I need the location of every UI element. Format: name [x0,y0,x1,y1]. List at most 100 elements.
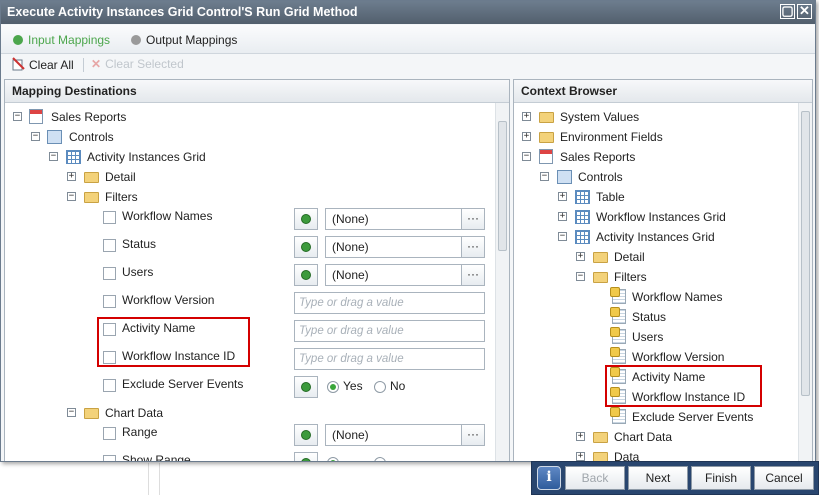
cancel-button[interactable]: Cancel [754,466,814,490]
ellipsis-button[interactable]: ··· [461,208,485,230]
users-checkbox[interactable] [103,267,116,280]
tree-label: System Values [560,110,640,124]
back-button[interactable]: Back [565,466,625,490]
map-icon [301,242,311,252]
collapse-icon[interactable]: − [67,408,76,417]
mapping-destinations-panel: Mapping Destinations − Sales Reports − C… [4,79,510,461]
wizard-footer: i Back Next Finish Cancel [531,461,819,495]
show-range-yes-radio[interactable] [327,457,339,461]
range-checkbox[interactable] [103,427,116,440]
tree-label: Controls [578,170,623,184]
workflow-version-checkbox[interactable] [103,295,116,308]
workflow-version-input[interactable]: Type or drag a value [294,292,485,314]
map-button[interactable] [294,208,318,230]
collapse-icon[interactable]: − [522,152,531,161]
collapse-icon[interactable]: − [540,172,549,181]
map-button[interactable] [294,376,318,398]
panel-title: Mapping Destinations [5,80,509,103]
tab-label: Input Mappings [28,33,111,47]
filter-field-icon [610,407,626,424]
workflow-names-checkbox[interactable] [103,211,116,224]
expand-icon[interactable]: + [522,132,531,141]
workflow-names-dropdown[interactable]: (None) [325,208,462,230]
field-label: Users [122,265,154,279]
tree-label: Sales Reports [560,150,636,164]
filter-field-icon [610,347,626,364]
clear-all-label: Clear All [29,58,74,72]
tree-label: Workflow Version [632,350,725,364]
info-icon[interactable]: i [537,466,561,490]
tree-label: Workflow Names [632,290,723,304]
field-label: Exclude Server Events [122,377,244,391]
expand-icon[interactable]: + [576,252,585,261]
folder-icon [593,432,608,443]
collapse-icon[interactable]: − [31,132,40,141]
map-button[interactable] [294,424,318,446]
expand-icon[interactable]: + [67,172,76,181]
expand-icon[interactable]: + [558,192,567,201]
expand-icon[interactable]: + [558,212,567,221]
expand-icon[interactable]: + [576,452,585,461]
highlight-box [605,365,762,407]
filter-field-icon [610,327,626,344]
yes-radio[interactable] [327,381,339,393]
mapping-tabs: Input Mappings Output Mappings [1,25,815,54]
map-button[interactable] [294,236,318,258]
exclude-server-events-checkbox[interactable] [103,379,116,392]
field-label: Status [122,237,157,251]
expand-icon[interactable]: + [576,432,585,441]
tree-label: Activity Instances Grid [596,230,715,244]
toolbar: Clear All ✕ Clear Selected [1,54,815,76]
close-icon[interactable]: ✕ [797,4,812,19]
active-dot-icon [13,35,23,45]
map-button[interactable] [294,264,318,286]
collapse-icon[interactable]: − [558,232,567,241]
ellipsis-button[interactable]: ··· [461,424,485,446]
map-button[interactable] [294,452,318,461]
users-dropdown[interactable]: (None) [325,264,462,286]
tab-input-mappings[interactable]: Input Mappings [13,33,110,47]
tree-label: Filters [105,190,138,204]
field-label: Workflow Names [122,209,213,223]
tab-output-mappings[interactable]: Output Mappings [131,33,237,47]
scroll-thumb[interactable] [498,121,507,251]
context-browser-panel: Context Browser + System Values + Enviro… [513,79,813,461]
collapse-icon[interactable]: − [49,152,58,161]
filter-field-icon [610,287,626,304]
tree-label: Sales Reports [51,110,127,124]
folder-open-icon [84,408,99,419]
folder-icon [539,112,554,123]
status-checkbox[interactable] [103,239,116,252]
tree-label: Filters [614,270,647,284]
panel-title: Context Browser [514,80,812,103]
ellipsis-button[interactable]: ··· [461,236,485,258]
show-range-checkbox[interactable] [103,455,116,461]
map-icon [301,458,311,461]
restore-icon[interactable]: ▢ [780,4,795,19]
show-range-no-radio[interactable] [374,457,386,461]
workflow-instance-id-input[interactable]: Type or drag a value [294,348,485,370]
next-button[interactable]: Next [628,466,688,490]
no-label: No [390,379,406,393]
collapse-icon[interactable]: − [576,272,585,281]
expand-icon[interactable]: + [522,112,531,121]
vertical-scrollbar[interactable] [495,103,509,461]
ellipsis-button[interactable]: ··· [461,264,485,286]
folder-open-icon [84,192,99,203]
status-dropdown[interactable]: (None) [325,236,462,258]
vertical-scrollbar[interactable] [798,103,812,461]
scroll-thumb[interactable] [801,111,810,396]
grid-icon [575,210,590,224]
no-radio[interactable] [374,381,386,393]
clear-selected-button[interactable]: ✕ Clear Selected [91,57,184,71]
tree-label: Chart Data [105,406,164,420]
collapse-icon[interactable]: − [67,192,76,201]
range-dropdown[interactable]: (None) [325,424,462,446]
clear-all-button[interactable]: Clear All [12,57,74,72]
finish-button[interactable]: Finish [691,466,751,490]
tree-label: Exclude Server Events [632,410,754,424]
activity-name-input[interactable]: Type or drag a value [294,320,485,342]
collapse-icon[interactable]: − [13,112,22,121]
toolbar-divider [83,58,84,72]
filter-field-icon [610,307,626,324]
